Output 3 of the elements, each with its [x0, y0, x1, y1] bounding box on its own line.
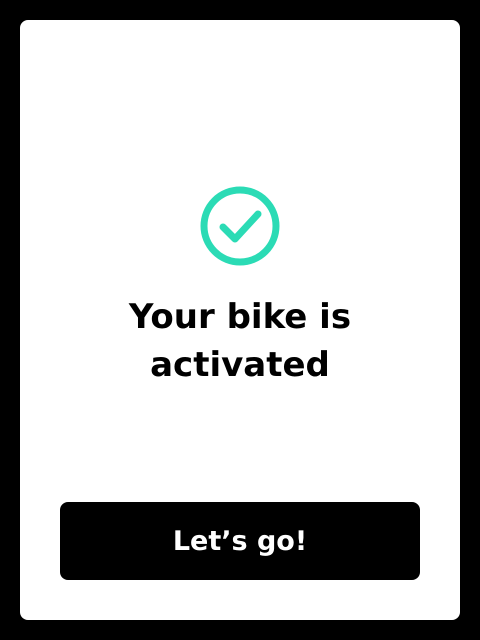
title: Your bike is activated: [128, 296, 352, 387]
check-circle-icon: [199, 185, 281, 267]
lets-go-button[interactable]: Let’s go!: [60, 502, 420, 580]
